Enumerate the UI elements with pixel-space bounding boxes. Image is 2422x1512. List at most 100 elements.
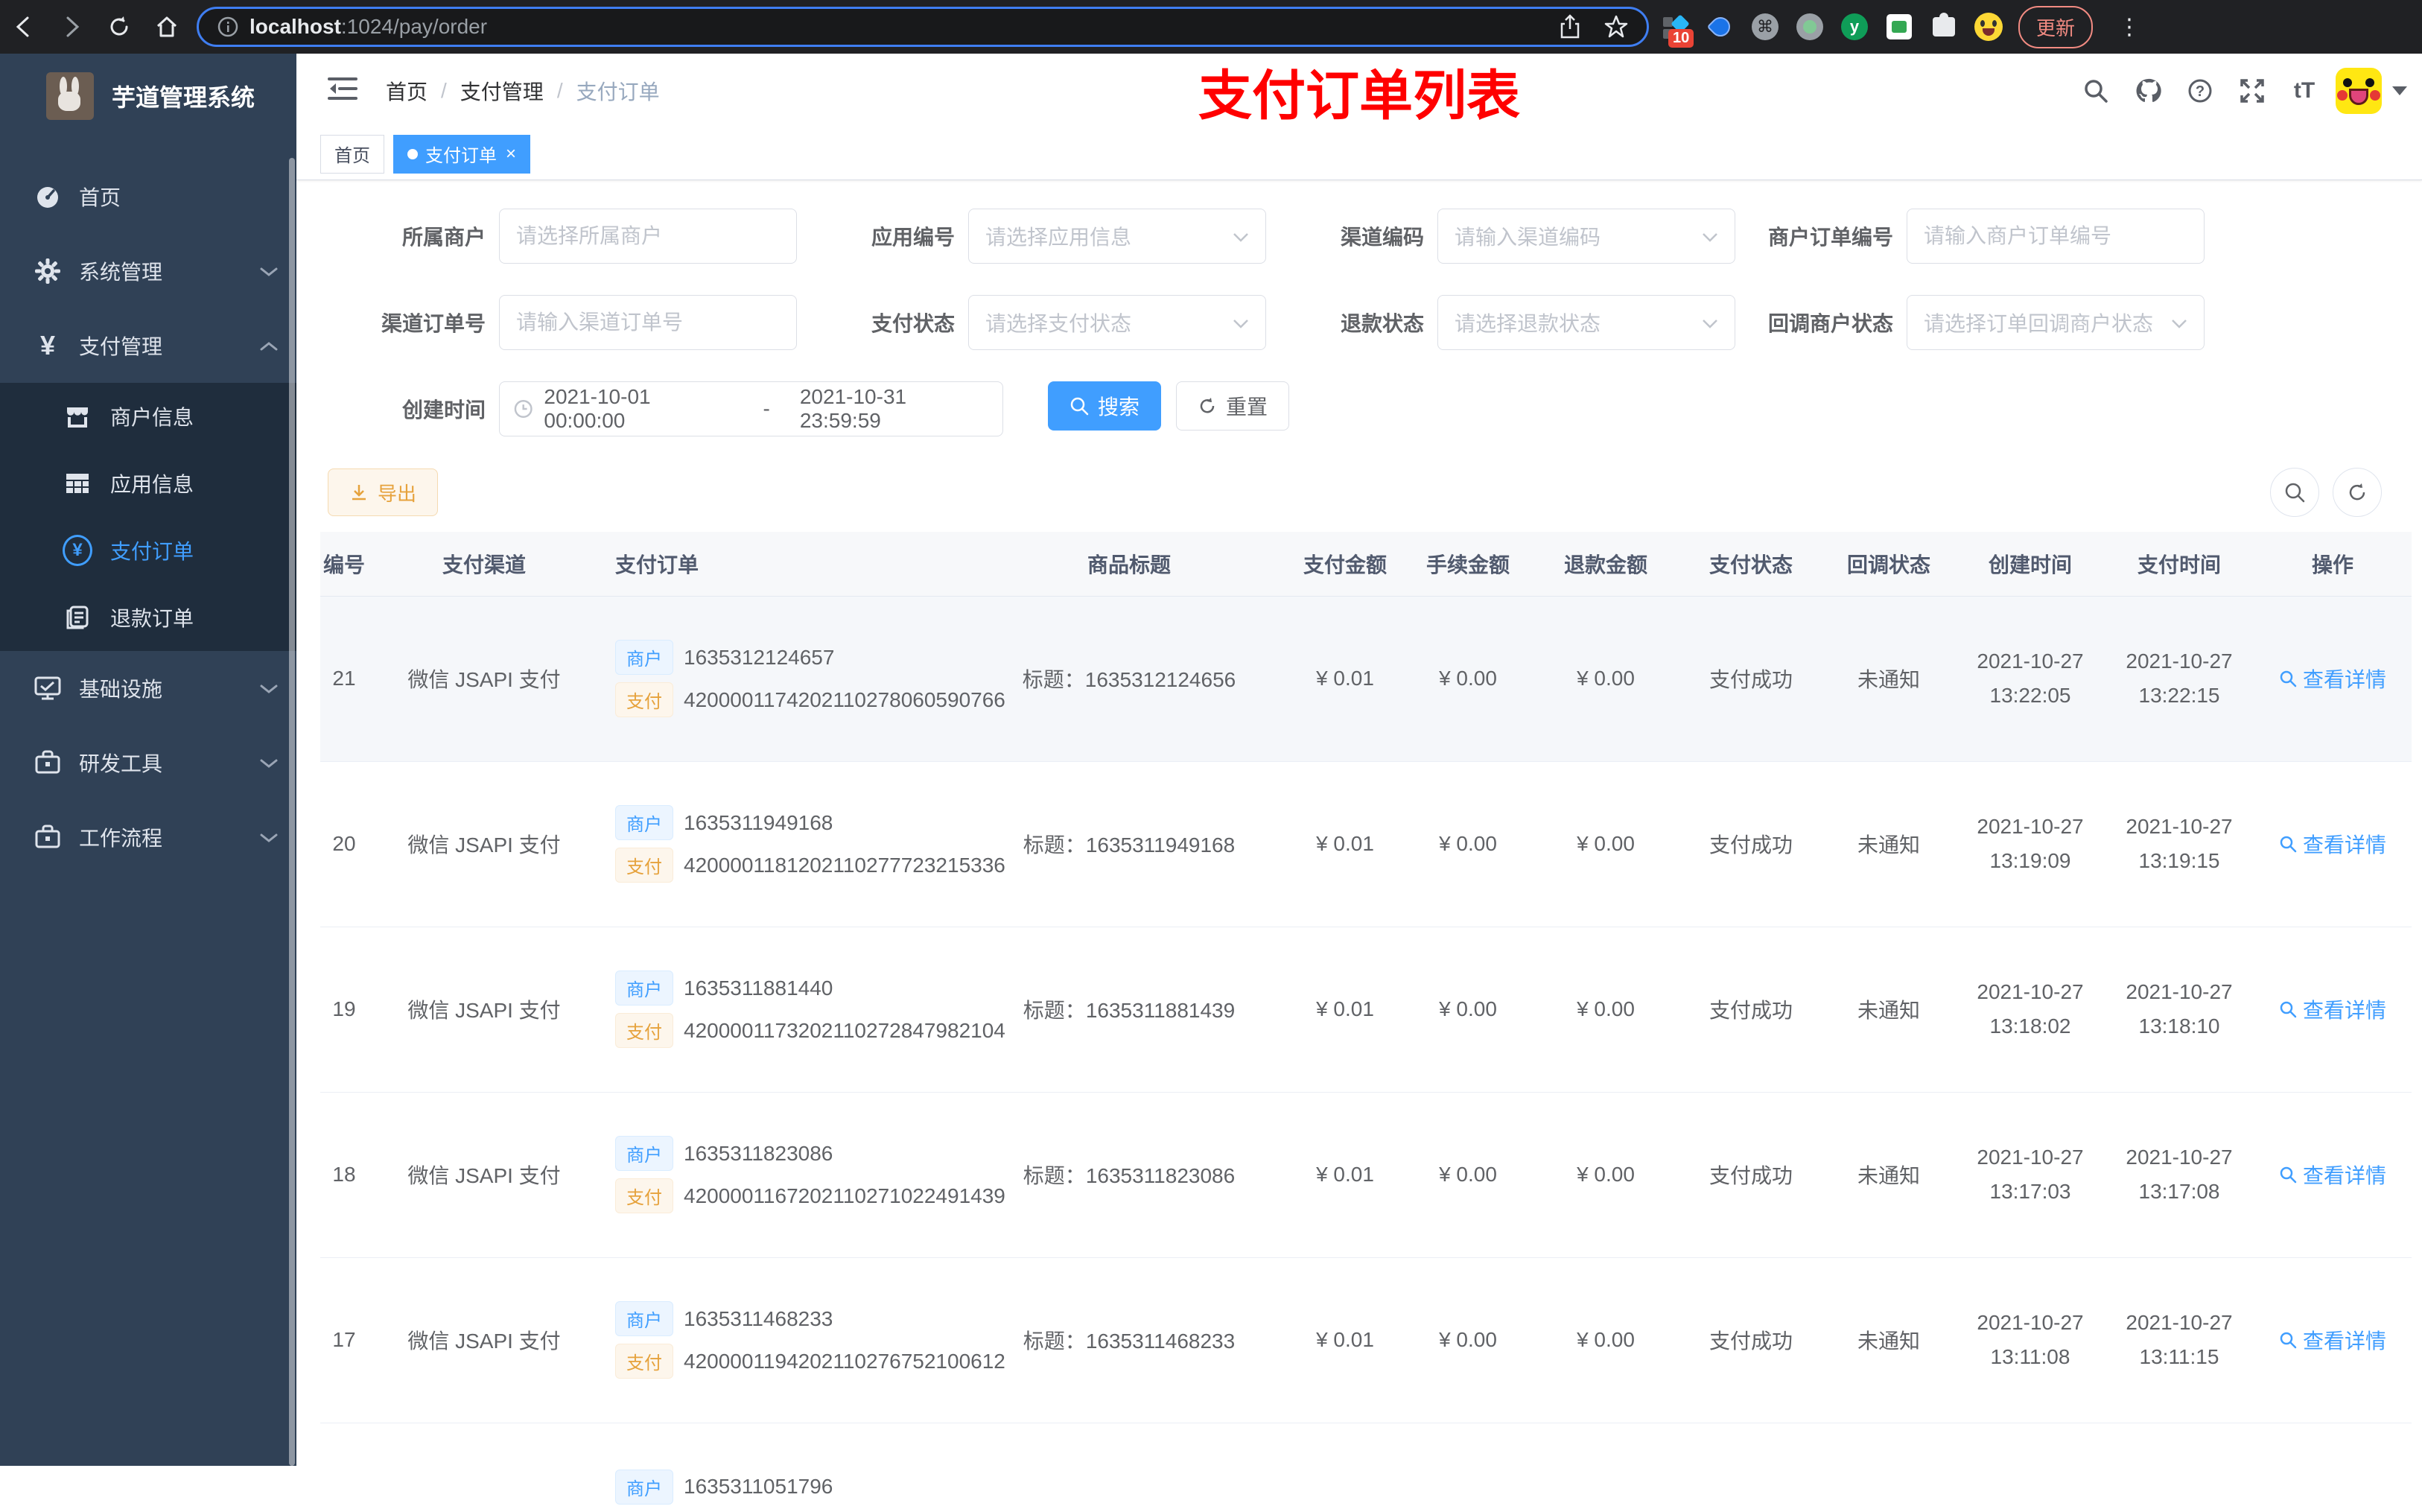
table-grid-icon: [63, 470, 92, 497]
sidebar-scrollbar[interactable]: [289, 158, 295, 1466]
tag-home[interactable]: 首页: [320, 134, 384, 174]
svg-text:?: ?: [2196, 83, 2205, 100]
github-icon[interactable]: [2127, 67, 2169, 115]
merchant-order-no-input-wrap[interactable]: [1907, 209, 2205, 264]
font-size-icon[interactable]: tT: [2283, 67, 2325, 115]
chevron-down-icon: [1702, 224, 1718, 248]
sidebar-item-home[interactable]: 首页: [0, 159, 296, 234]
extension-grid-icon[interactable]: 10: [1661, 12, 1694, 48]
sidebar-item-pay-order[interactable]: ¥ 支付订单: [0, 517, 296, 584]
notify-status-select[interactable]: 请选择订单回调商户状态: [1907, 295, 2205, 350]
refresh-icon: [1200, 398, 1215, 413]
browser-forward-icon[interactable]: [48, 9, 95, 45]
site-info-icon[interactable]: [217, 16, 239, 38]
view-detail-link[interactable]: 查看详情: [2279, 1325, 2386, 1355]
sidebar-item-payment[interactable]: ¥ 支付管理: [0, 308, 296, 383]
search-icon: [2285, 483, 2305, 503]
chevron-down-icon: [1233, 311, 1249, 334]
help-icon[interactable]: ?: [2179, 67, 2221, 115]
extension-y-icon[interactable]: y: [1840, 12, 1869, 42]
refresh-table-button[interactable]: [2333, 468, 2382, 517]
sidebar-fold-icon[interactable]: [296, 76, 375, 107]
extension-emoji-icon[interactable]: [1974, 12, 2003, 42]
extension-puzzle-icon[interactable]: [1929, 12, 1959, 42]
monitor-icon: [33, 674, 63, 702]
chevron-down-icon: [1702, 311, 1718, 334]
app-logo[interactable]: 芋道管理系统: [0, 54, 296, 125]
payment-submenu: 商户信息 应用信息 ¥ 支付订单 退款订单: [0, 383, 296, 651]
sidebar-item-workflow[interactable]: 工作流程: [0, 800, 296, 874]
merchant-tag: 商户: [615, 805, 673, 840]
channel-order-no-input[interactable]: [516, 311, 780, 334]
fullscreen-icon[interactable]: [2231, 67, 2273, 115]
user-avatar[interactable]: [2336, 68, 2382, 114]
sidebar-item-dev-tools[interactable]: 研发工具: [0, 725, 296, 800]
browser-home-icon[interactable]: [143, 9, 191, 45]
user-menu-caret-icon[interactable]: [2392, 86, 2407, 95]
table-row[interactable]: 18 微信 JSAPI 支付 商户 1635311823086 支付 4200001…: [320, 1092, 2412, 1258]
sidebar-item-system[interactable]: 系统管理: [0, 234, 296, 308]
chevron-down-icon: [1233, 224, 1249, 248]
tag-close-icon[interactable]: ×: [506, 144, 516, 165]
sidebar-item-refund-order[interactable]: 退款订单: [0, 584, 296, 651]
browser-reload-icon[interactable]: [95, 9, 143, 45]
search-icon: [2280, 1166, 2297, 1184]
extension-pin-icon[interactable]: [1706, 12, 1735, 42]
status-text: 支付成功: [1680, 761, 1822, 927]
create-time-range-picker[interactable]: 2021-10-01 00:00:00 - 2021-10-31 23:59:5…: [499, 381, 1003, 436]
extension-command-icon[interactable]: ⌘: [1750, 12, 1780, 42]
table-row[interactable]: 19 微信 JSAPI 支付 商户 1635311881440 支付 4200001…: [320, 927, 2412, 1093]
browser-update-button[interactable]: 更新: [2018, 5, 2094, 48]
breadcrumb-pay-order: 支付订单: [576, 80, 660, 104]
browser-back-icon[interactable]: [0, 9, 48, 45]
table-header-row: 编号 支付渠道 支付订单 商品标题 支付金额 手续金额 退款金额 支付状态 回调…: [320, 532, 2412, 597]
merchant-order-no-input[interactable]: [1924, 224, 2187, 248]
chevron-down-icon: [259, 751, 279, 775]
browser-chrome: localhost :1024/pay/order 10 ⌘ y 更新 ⋮: [0, 0, 2422, 54]
sidebar-item-merchant-info[interactable]: 商户信息: [0, 383, 296, 450]
table-row-partial[interactable]: 商户 1635311051796: [320, 1423, 2412, 1512]
notify-text: 未通知: [1822, 1257, 1956, 1423]
status-text: 支付成功: [1680, 1092, 1822, 1258]
header-search-icon[interactable]: [2075, 67, 2117, 115]
pay-tag: 支付: [615, 1178, 673, 1213]
breadcrumb-payment[interactable]: 支付管理: [460, 76, 544, 106]
bookmark-star-icon[interactable]: [1603, 14, 1629, 39]
table-row[interactable]: 21 微信 JSAPI 支付 商户 1635312124657 支付 4200001…: [320, 596, 2412, 762]
tag-pay-order[interactable]: 支付订单 ×: [393, 134, 531, 174]
sidebar-item-app-info[interactable]: 应用信息: [0, 450, 296, 517]
extension-chat-icon[interactable]: [1884, 12, 1914, 42]
logo-image: [46, 72, 94, 120]
merchant-tag: 商户: [615, 1301, 673, 1336]
pay-status-select[interactable]: 请选择支付状态: [968, 295, 1266, 350]
extension-record-icon[interactable]: [1795, 12, 1825, 42]
clock-icon: [514, 400, 533, 418]
view-detail-link[interactable]: 查看详情: [2279, 994, 2386, 1024]
hide-search-button[interactable]: [2270, 468, 2319, 517]
merchant-input[interactable]: [516, 224, 780, 248]
merchant-select-input[interactable]: [499, 209, 797, 264]
app-select[interactable]: 请选择应用信息: [968, 209, 1266, 264]
reset-button[interactable]: 重置: [1176, 381, 1290, 431]
notify-text: 未通知: [1822, 761, 1956, 927]
url-bar[interactable]: localhost :1024/pay/order: [197, 7, 1649, 47]
breadcrumb-home[interactable]: 首页: [386, 76, 427, 106]
view-detail-link[interactable]: 查看详情: [2279, 1160, 2386, 1189]
view-detail-link[interactable]: 查看详情: [2279, 829, 2386, 859]
table-row[interactable]: 17 微信 JSAPI 支付 商户 1635311468233 支付 4200001…: [320, 1257, 2412, 1423]
view-detail-link[interactable]: 查看详情: [2279, 664, 2386, 693]
browser-menu-icon[interactable]: ⋮: [2108, 14, 2152, 40]
channel-order-no-input-wrap[interactable]: [499, 295, 797, 350]
sidebar-item-infrastructure[interactable]: 基础设施: [0, 651, 296, 725]
share-icon[interactable]: [1559, 14, 1581, 39]
notify-text: 未通知: [1822, 1092, 1956, 1258]
channel-code-select[interactable]: 请输入渠道编码: [1437, 209, 1735, 264]
date-end: 2021-10-31 23:59:59: [799, 385, 907, 432]
search-button[interactable]: 搜索: [1048, 381, 1162, 431]
search-icon: [2280, 1001, 2297, 1018]
table-row[interactable]: 20 微信 JSAPI 支付 商户 1635311949168 支付 4200001…: [320, 761, 2412, 927]
refund-status-select[interactable]: 请选择退款状态: [1437, 295, 1735, 350]
export-button[interactable]: 导出: [328, 468, 439, 516]
download-icon: [352, 485, 366, 501]
pay-tag: 支付: [615, 682, 673, 717]
